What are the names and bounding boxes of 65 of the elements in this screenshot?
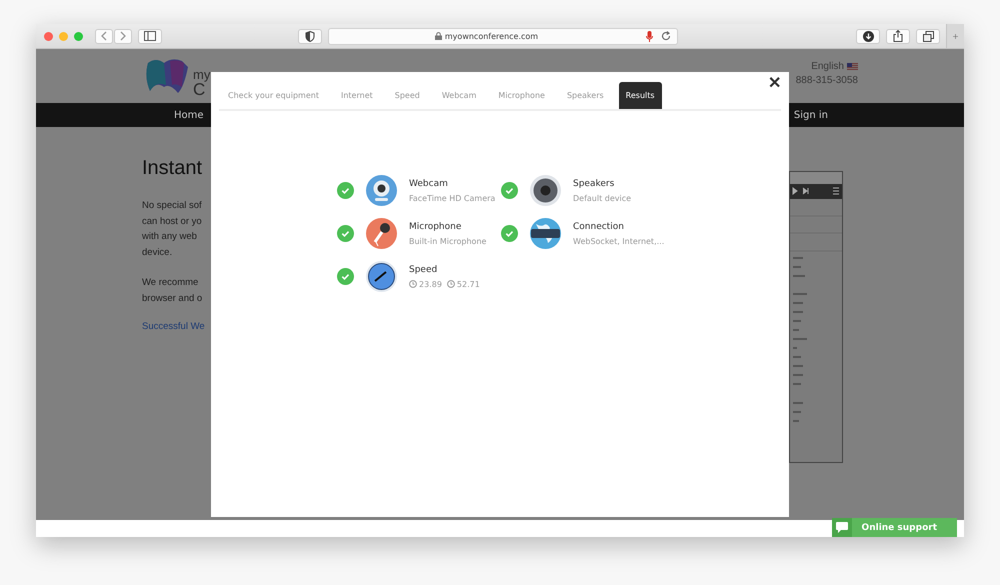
paragraph-text: browser and o	[142, 292, 204, 306]
back-button[interactable]	[95, 28, 113, 44]
speedometer-icon	[366, 261, 397, 292]
microphone-icon[interactable]	[646, 30, 653, 42]
paragraph-text: can host or yo	[142, 214, 203, 228]
tab[interactable]: Results	[618, 82, 662, 109]
tab[interactable]: Speed	[388, 91, 427, 109]
globe-icon	[530, 218, 561, 249]
tabs-button[interactable]	[916, 28, 940, 44]
logo-text: my	[193, 68, 210, 81]
close-button[interactable]: ✕	[766, 76, 783, 92]
result-detail: WebSocket, Internet,...	[573, 236, 664, 246]
close-window-button[interactable]	[44, 32, 53, 40]
url-text: myownconference.com	[444, 32, 538, 40]
result-title: Microphone	[409, 222, 462, 232]
nav-link[interactable]: Home	[174, 110, 204, 120]
webcam-icon	[366, 175, 397, 206]
lock-icon	[434, 32, 442, 40]
speed-reading: 23.89	[419, 280, 442, 288]
flag-icon	[847, 63, 858, 70]
result-title: Speakers	[573, 178, 616, 188]
tab[interactable]: Webcam	[434, 91, 484, 109]
logo-icon	[144, 57, 190, 95]
paragraph-text: We recomme	[142, 276, 200, 290]
chat-icon	[836, 522, 848, 533]
tab[interactable]: Speakers	[560, 91, 611, 109]
tab[interactable]: Internet	[334, 91, 380, 109]
sidebar-button[interactable]	[138, 28, 162, 44]
result-detail: FaceTime HD Camera	[409, 194, 496, 202]
sidebar-icon	[144, 31, 156, 41]
phone-number: 888-315-3058	[796, 75, 858, 86]
back-icon	[100, 31, 108, 41]
forward-button[interactable]	[114, 28, 132, 44]
result-title: Webcam	[409, 178, 449, 188]
result-title: Connection	[573, 222, 625, 232]
result-detail: Built-in Microphone	[409, 236, 486, 246]
paragraph-text: with any web	[142, 230, 198, 244]
link[interactable]: Successful We	[142, 321, 205, 332]
download-icon	[862, 30, 874, 42]
share-button[interactable]	[886, 28, 910, 44]
reload-icon[interactable]	[661, 31, 671, 41]
microphone-icon	[366, 218, 397, 249]
share-icon	[893, 30, 903, 42]
plus-icon	[953, 32, 958, 40]
online-support-button[interactable]: Online support	[832, 518, 957, 537]
download-button[interactable]	[856, 28, 880, 44]
nav-link[interactable]: Sign in	[794, 110, 828, 120]
address-bar[interactable]: myownconference.com	[328, 28, 678, 44]
privacy-button[interactable]	[298, 28, 322, 44]
speed-reading: 52.71	[456, 280, 480, 288]
paragraph-text: No special sof	[142, 199, 203, 213]
shield-icon	[305, 30, 315, 42]
language-selector[interactable]: English	[811, 61, 858, 72]
paragraph-text: device.	[142, 246, 174, 260]
logo-text: C	[193, 81, 206, 98]
clock-icon	[446, 280, 455, 288]
speaker-icon	[530, 175, 561, 206]
result-title: Speed	[409, 264, 438, 274]
page-heading: Instant	[142, 157, 204, 180]
result-detail: Default device	[573, 194, 632, 202]
clock-icon	[409, 280, 417, 288]
tab[interactable]: Microphone	[491, 91, 552, 109]
tabs-icon	[922, 30, 934, 42]
tab[interactable]: Check your equipment	[221, 91, 326, 109]
forward-icon	[119, 31, 127, 41]
